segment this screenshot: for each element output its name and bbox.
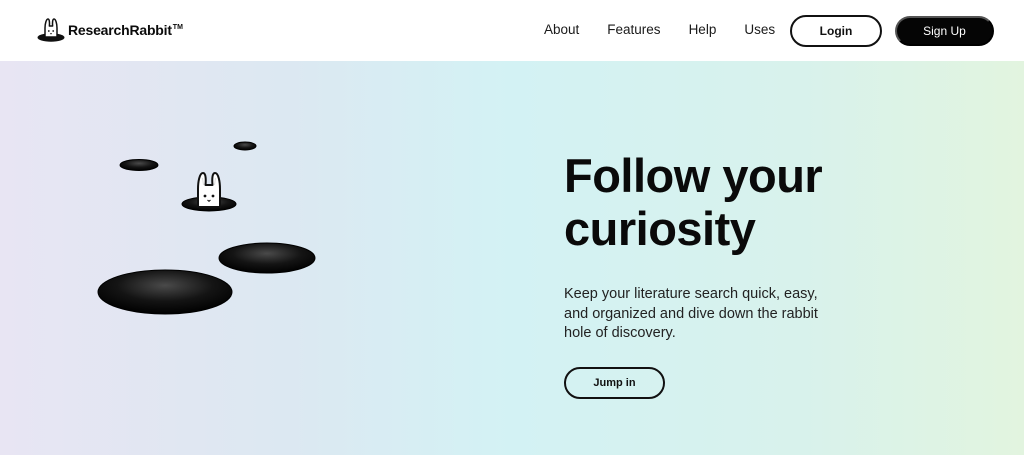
- nav-link-help[interactable]: Help: [689, 22, 717, 37]
- hero-headline: Follow your curiosity: [564, 149, 823, 255]
- small-hole: [119, 159, 159, 171]
- signup-button[interactable]: Sign Up: [895, 16, 994, 46]
- large-hole: [97, 269, 233, 315]
- nav-links: About Features Help Uses: [544, 22, 775, 37]
- nav-link-about[interactable]: About: [544, 22, 579, 37]
- hero-description: Keep your literature search quick, easy,…: [564, 286, 818, 341]
- top-navigation: ResearchRabbit TM About Features Help Use…: [0, 0, 1024, 61]
- brand-name: ResearchRabbit: [68, 22, 172, 38]
- brand-trademark: TM: [172, 23, 183, 31]
- hero-headline-line2: curiosity: [564, 202, 756, 255]
- rabbit-in-hole-icon: [37, 18, 65, 42]
- hero-headline-line1: Follow your: [564, 149, 823, 202]
- brand-logo-link[interactable]: ResearchRabbit TM: [36, 16, 183, 44]
- tiny-hole: [233, 141, 257, 151]
- rabbit-holes-illustration: [97, 141, 316, 315]
- hero-section: Follow your curiosity Keep your literatu…: [0, 61, 1024, 455]
- nav-link-uses[interactable]: Uses: [744, 22, 775, 37]
- medium-hole: [218, 242, 316, 274]
- nav-link-features[interactable]: Features: [607, 22, 660, 37]
- jump-in-button[interactable]: Jump in: [564, 367, 665, 399]
- rabbit-icon: [197, 172, 221, 208]
- login-button[interactable]: Login: [790, 15, 882, 47]
